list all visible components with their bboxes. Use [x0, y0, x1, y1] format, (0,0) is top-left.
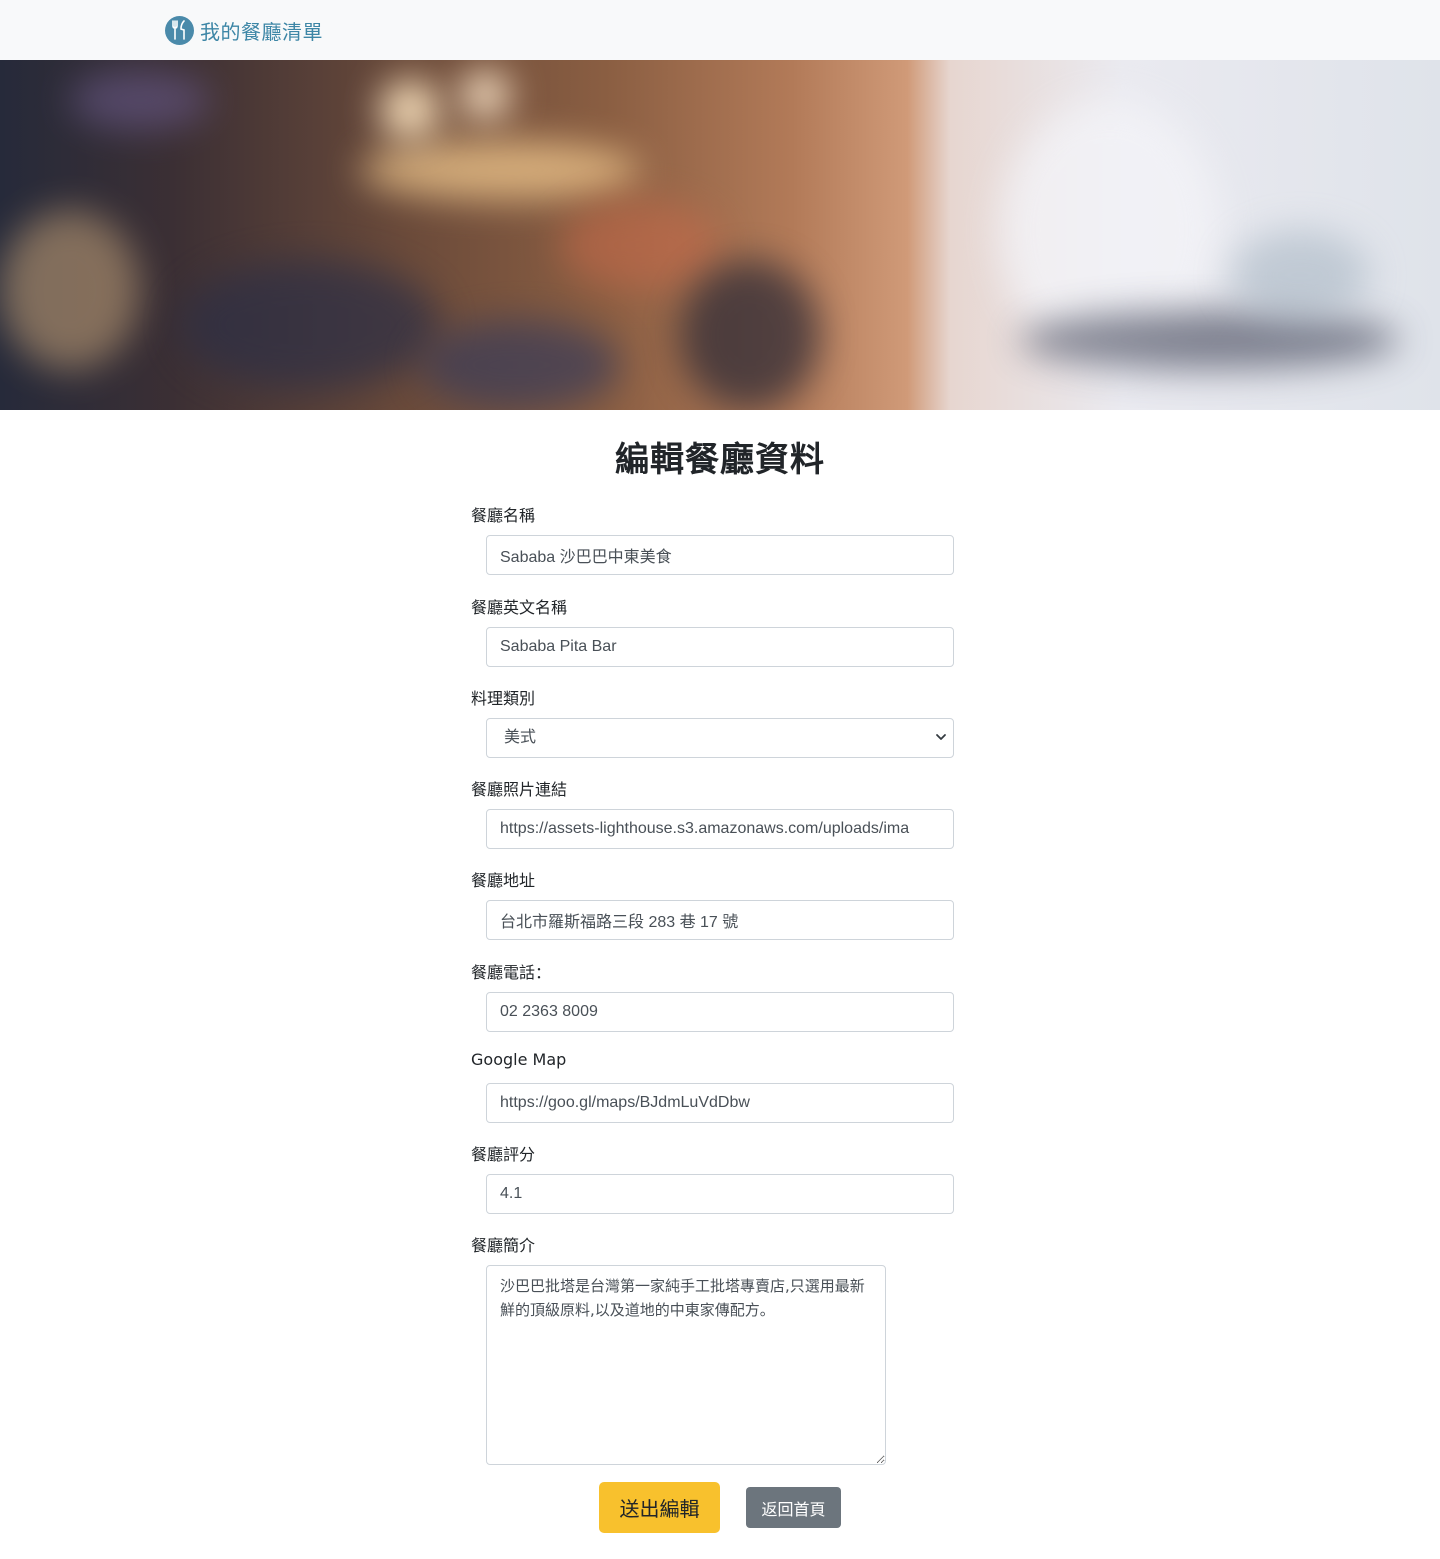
page-title: 編輯餐廳資料 — [615, 440, 825, 480]
location-input[interactable] — [486, 900, 954, 940]
name-en-label: 餐廳英文名稱 — [471, 598, 568, 617]
rating-input[interactable] — [486, 1174, 954, 1214]
name-label: 餐廳名稱 — [471, 506, 536, 525]
category-select[interactable]: 美式 — [486, 718, 954, 758]
submit-edit-button[interactable]: 送出編輯 — [599, 1482, 720, 1533]
name-en-input[interactable] — [486, 627, 954, 667]
brand-link[interactable]: 我的餐廳清單 — [165, 15, 323, 45]
image-label: 餐廳照片連結 — [471, 780, 568, 799]
phone-input[interactable] — [486, 992, 954, 1032]
utensils-icon — [165, 15, 194, 45]
brand-text: 我的餐廳清單 — [200, 19, 323, 44]
name-input[interactable] — [486, 535, 954, 575]
location-label: 餐廳地址 — [471, 871, 536, 890]
google-map-label: Google Map — [471, 1050, 567, 1069]
phone-label: 餐廳電話： — [471, 963, 552, 982]
category-selected-value: 美式 — [504, 729, 537, 746]
rating-label: 餐廳評分 — [471, 1145, 536, 1164]
category-label: 料理類別 — [471, 689, 536, 708]
back-home-button[interactable]: 返回首頁 — [746, 1487, 841, 1528]
image-url-input[interactable] — [486, 809, 954, 849]
navbar: 我的餐廳清單 — [0, 0, 1440, 60]
description-textarea[interactable]: 沙巴巴批塔是台灣第一家純手工批塔專賣店,只選用最新鮮的頂級原料,以及道地的中東家… — [486, 1265, 886, 1465]
chevron-down-icon — [936, 734, 946, 740]
banner-image — [0, 60, 1440, 410]
description-label: 餐廳簡介 — [471, 1236, 536, 1255]
google-map-input[interactable] — [486, 1083, 954, 1123]
